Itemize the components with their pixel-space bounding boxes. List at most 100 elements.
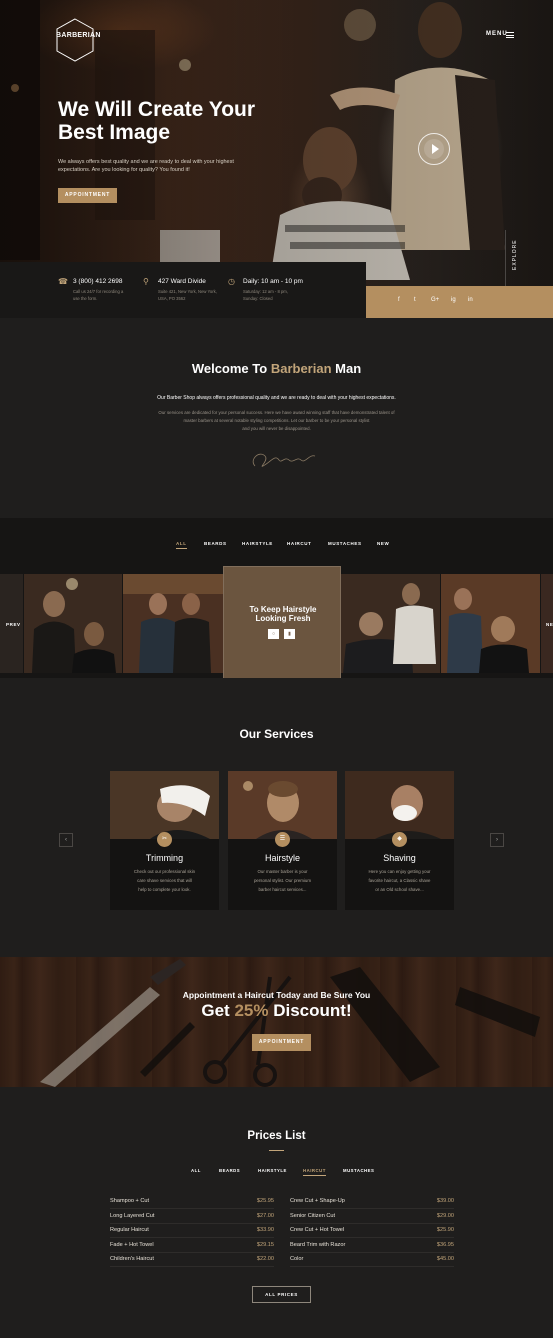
- price-item-name: Color: [290, 1256, 304, 1262]
- zoom-icon[interactable]: ○: [268, 629, 279, 639]
- prices-tab-mustaches[interactable]: MUSTACHES: [343, 1168, 374, 1173]
- price-item-name: Regular Haircut: [110, 1227, 149, 1233]
- contact-info-bar: ☎ 3 (800) 412 2698 Call us 24/7 for reco…: [0, 262, 366, 318]
- razor-icon: ◆: [392, 832, 407, 847]
- hero-text-line2: expectations. Are you looking for qualit…: [58, 167, 190, 173]
- hours-detail: Saturday: 12 am - 8 pm, Sunday: Closed: [243, 289, 323, 302]
- phone-note-line1: Call us 24/7 for recording a: [73, 289, 124, 294]
- facebook-icon[interactable]: f: [398, 297, 400, 303]
- discount-banner: Appointment a Haircut Today and Be Sure …: [0, 957, 553, 1087]
- service-desc-line: favorite haircut, a Classic shave: [368, 878, 431, 883]
- discount-title-pre: Get: [201, 1001, 230, 1020]
- chair-icon[interactable]: ▮: [284, 629, 295, 639]
- price-row: Color $45.00: [290, 1253, 454, 1267]
- prices-tab-hairstyle[interactable]: HAIRSTYLE: [258, 1168, 287, 1173]
- price-item-value: $39.00: [436, 1198, 454, 1204]
- gallery-photo[interactable]: [123, 574, 223, 673]
- gallery-tab-mustaches[interactable]: MUSTACHES: [328, 541, 362, 546]
- price-item-name: Long Layered Cut: [110, 1213, 155, 1219]
- welcome-title-post: Man: [335, 361, 362, 376]
- price-item-value: $36.95: [436, 1242, 454, 1248]
- service-desc-line: or an Old school shave...: [375, 887, 424, 892]
- welcome-title-pre: Welcome To: [191, 361, 268, 376]
- hero-title-line2: Best Image: [58, 121, 171, 144]
- hamburger-icon[interactable]: [506, 32, 514, 38]
- welcome-title-accent: Barberian: [270, 361, 332, 376]
- hero-text-line1: We always offers best quality and we are…: [58, 159, 234, 165]
- hours-title: Daily: 10 am - 10 pm: [243, 278, 303, 285]
- twitter-icon[interactable]: t: [414, 297, 416, 303]
- gallery-tab-new[interactable]: NEW: [377, 541, 389, 546]
- price-item-name: Children's Haircut: [110, 1256, 154, 1262]
- gallery-prev-button[interactable]: PREV: [6, 622, 21, 627]
- hero-title: We Will Create Your Best Image: [58, 98, 318, 144]
- signature-image: [252, 453, 316, 467]
- service-description: Our master barber is your personal styli…: [240, 867, 325, 894]
- price-item-value: $45.00: [436, 1256, 454, 1262]
- gallery-photo[interactable]: [441, 574, 540, 673]
- service-image: [228, 771, 337, 839]
- google-plus-icon[interactable]: G+: [431, 297, 439, 303]
- gallery-feature-card[interactable]: To Keep Hairstyle Looking Fresh ○ ▮: [223, 566, 341, 684]
- hero-appointment-button[interactable]: APPOINTMENT: [58, 188, 117, 203]
- play-video-button[interactable]: [418, 133, 450, 165]
- hours-line2: Sunday: Closed: [243, 295, 273, 301]
- address-line2: USA, PO 3562: [158, 295, 186, 301]
- services-next-arrow[interactable]: ›: [490, 833, 504, 847]
- prices-tab-haircut[interactable]: HAIRCUT: [303, 1168, 326, 1176]
- gallery-section: ALL BEARDS HAIRSTYLE HAIRCUT MUSTACHES N…: [0, 518, 553, 684]
- clock-icon: ◷: [228, 277, 235, 286]
- menu-label[interactable]: MENU: [486, 31, 508, 37]
- gallery-tab-haircut[interactable]: HAIRCUT: [287, 541, 311, 546]
- price-item-value: $22.00: [256, 1256, 274, 1262]
- price-item-value: $25.90: [436, 1227, 454, 1233]
- address-title: 427 Ward Divide: [158, 278, 206, 285]
- service-image: [110, 771, 219, 839]
- service-image: [345, 771, 454, 839]
- phone-note-line2: use the form.: [73, 295, 98, 301]
- price-item-name: Crew Cut + Shape-Up: [290, 1198, 345, 1204]
- gallery-photo[interactable]: [341, 574, 440, 673]
- discount-subtitle: Appointment a Haircut Today and Be Sure …: [182, 990, 371, 1000]
- all-prices-button[interactable]: ALL PRICES: [252, 1286, 311, 1303]
- instagram-icon[interactable]: ig: [451, 297, 456, 303]
- price-row: Regular Haircut $33.90: [110, 1224, 274, 1238]
- gallery-tab-beards[interactable]: BEARDS: [204, 541, 227, 546]
- service-card-hairstyle[interactable]: ☰ Hairstyle Our master barber is your pe…: [228, 771, 337, 910]
- price-item-name: Shampoo + Cut: [110, 1198, 150, 1204]
- welcome-section: Welcome To Barberian Man Our Barber Shop…: [0, 318, 553, 518]
- services-section: Our Services ‹ › ✂ Trimming Check out ou…: [0, 678, 553, 957]
- service-name: Hairstyle: [264, 853, 300, 863]
- prices-tab-all[interactable]: ALL: [191, 1168, 201, 1173]
- address-detail: Suite 421, New York, New York, USA, PO 3…: [158, 289, 238, 302]
- discount-overlay: [0, 957, 553, 1087]
- price-row: Crew Cut + Shape-Up $39.00: [290, 1195, 454, 1209]
- location-pin-icon: ⚲: [143, 277, 149, 286]
- brand-logo[interactable]: [56, 18, 94, 62]
- service-card-shaving[interactable]: ◆ Shaving Here you can enjoy getting you…: [345, 771, 454, 910]
- welcome-body-line3: and you will never be disappointed.: [242, 426, 311, 431]
- service-name: Trimming: [145, 853, 184, 863]
- gallery-next-button[interactable]: NE: [546, 622, 553, 627]
- feature-title-line2: Looking Fresh: [255, 614, 311, 623]
- price-row: Long Layered Cut $27.00: [110, 1210, 274, 1224]
- feature-title: To Keep Hairstyle Looking Fresh: [232, 605, 334, 623]
- title-underline: [269, 1150, 284, 1151]
- linkedin-icon[interactable]: in: [468, 297, 473, 303]
- service-desc-line: help to complete your look.: [138, 887, 191, 892]
- phone-note: Call us 24/7 for recording a use the for…: [73, 289, 153, 302]
- services-prev-arrow[interactable]: ‹: [59, 833, 73, 847]
- phone-number[interactable]: 3 (800) 412 2698: [73, 278, 123, 285]
- gallery-photo[interactable]: [24, 574, 122, 673]
- prices-title: Prices List: [247, 1130, 306, 1142]
- gallery-tab-hairstyle[interactable]: HAIRSTYLE: [242, 541, 273, 546]
- service-card-trimming[interactable]: ✂ Trimming Check out our professional sk…: [110, 771, 219, 910]
- phone-icon: ☎: [58, 277, 68, 286]
- discount-title: Get 25% Discount!: [0, 1001, 553, 1021]
- prices-tab-beards[interactable]: BEARDS: [219, 1168, 240, 1173]
- gallery-tab-all[interactable]: ALL: [176, 541, 187, 549]
- discount-appointment-button[interactable]: APPOINTMENT: [252, 1034, 311, 1051]
- service-desc-line: Check out our professional skin: [133, 869, 196, 874]
- service-desc-line: personal stylist. Our premium: [253, 878, 312, 883]
- service-desc-line: Our master barber is your: [257, 869, 308, 874]
